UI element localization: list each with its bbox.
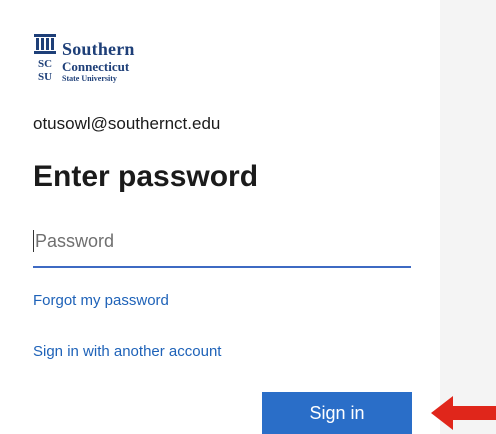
background-panel bbox=[440, 0, 496, 434]
arrow-left-icon bbox=[431, 396, 496, 430]
logo-line-2: Connecticut bbox=[62, 59, 130, 74]
university-logo: SC SU Southern Connecticut State Univers… bbox=[32, 32, 152, 88]
password-input[interactable] bbox=[33, 222, 413, 260]
sign-in-card: SC SU Southern Connecticut State Univers… bbox=[0, 0, 440, 434]
password-field-container bbox=[33, 222, 413, 268]
monogram-bottom: SU bbox=[38, 71, 52, 83]
text-caret bbox=[33, 230, 34, 252]
logo-line-1: Southern bbox=[62, 39, 135, 59]
university-crest-icon: SC SU bbox=[34, 34, 56, 83]
page-title: Enter password bbox=[33, 160, 259, 193]
sign-in-another-account-link[interactable]: Sign in with another account bbox=[33, 343, 221, 360]
logo-wordmark: Southern Connecticut State University bbox=[62, 40, 135, 83]
logo-line-3: State University bbox=[62, 74, 117, 83]
monogram-top: SC bbox=[38, 58, 52, 70]
account-email: otusowl@southernct.edu bbox=[33, 114, 221, 133]
forgot-password-link[interactable]: Forgot my password bbox=[33, 292, 169, 309]
sign-in-button[interactable]: Sign in bbox=[262, 392, 412, 434]
